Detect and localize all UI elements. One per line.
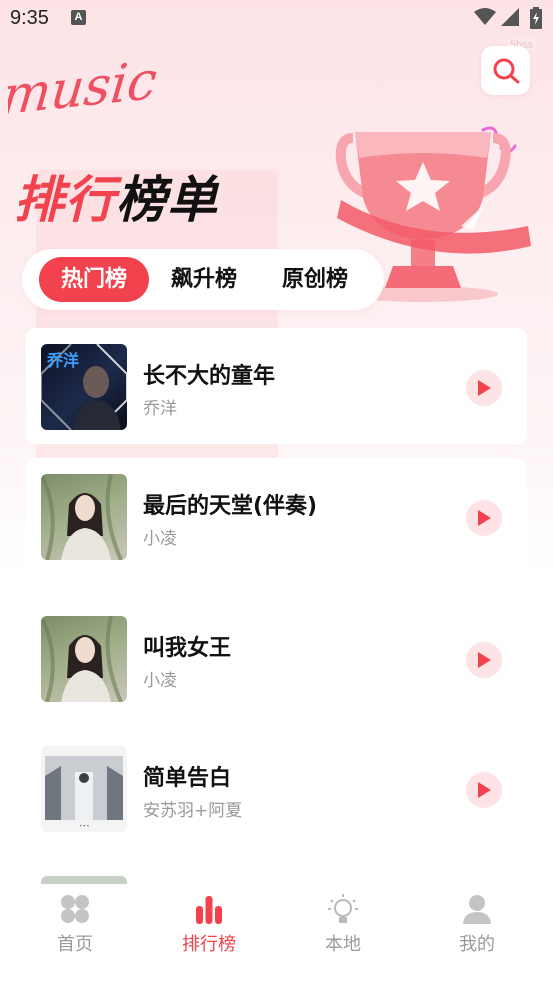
status-time: 9:35 bbox=[10, 7, 49, 29]
song-title: 叫我女王 bbox=[143, 636, 232, 661]
signal-icon bbox=[501, 8, 519, 26]
song-artist: 小凌 bbox=[143, 529, 177, 549]
song-item[interactable]: 乔洋 长不大的童年 乔洋 bbox=[26, 328, 527, 444]
tab-hot[interactable]: 热门榜 bbox=[39, 257, 149, 302]
nav-home-label: 首页 bbox=[57, 934, 93, 955]
song-artist: 乔洋 bbox=[143, 399, 177, 419]
song-item[interactable]: 最后的天堂(伴奏) 小凌 bbox=[26, 458, 527, 574]
page-title-part2: 榜单 bbox=[116, 171, 218, 229]
lightbulb-icon bbox=[328, 894, 358, 923]
tab-rising[interactable]: 飙升榜 bbox=[151, 257, 257, 302]
song-item[interactable]: 叫我女王 小凌 bbox=[26, 600, 527, 716]
bottom-navigation: 首页 排行榜 本地 我的 bbox=[0, 884, 553, 984]
album-cover: ••• bbox=[41, 746, 127, 832]
play-button[interactable] bbox=[466, 772, 502, 808]
nav-mine-label: 我的 bbox=[459, 934, 495, 955]
nav-local-label: 本地 bbox=[325, 934, 361, 955]
play-button[interactable] bbox=[466, 642, 502, 678]
nav-ranking-label: 排行榜 bbox=[182, 934, 236, 955]
nav-ranking[interactable]: 排行榜 bbox=[159, 892, 259, 962]
play-icon bbox=[478, 652, 491, 668]
song-artist: 小凌 bbox=[143, 671, 177, 691]
svg-text:•••: ••• bbox=[79, 823, 90, 830]
status-bar: 9:35 A bbox=[0, 0, 553, 36]
album-cover bbox=[41, 616, 127, 702]
page-title: 排行榜单 bbox=[14, 160, 218, 232]
svg-text:乔洋: 乔洋 bbox=[46, 351, 79, 370]
music-logo: music bbox=[8, 52, 160, 127]
rank-tab-bar: 热门榜 飙升榜 原创榜 bbox=[22, 249, 384, 310]
song-artist: 安苏羽+阿夏 bbox=[143, 801, 243, 821]
song-title: 最后的天堂(伴奏) bbox=[143, 494, 318, 519]
song-title: 长不大的童年 bbox=[143, 364, 276, 389]
tab-original[interactable]: 原创榜 bbox=[262, 257, 368, 302]
wifi-icon bbox=[474, 8, 496, 25]
album-cover bbox=[41, 474, 127, 560]
play-button[interactable] bbox=[466, 500, 502, 536]
user-icon bbox=[463, 895, 491, 924]
page-title-part1: 排行 bbox=[14, 171, 116, 229]
bar-chart-icon bbox=[196, 896, 222, 924]
battery-icon bbox=[530, 7, 542, 29]
song-title: 简单告白 bbox=[143, 766, 232, 791]
play-button[interactable] bbox=[466, 370, 502, 406]
song-item[interactable]: ••• 简单告白 安苏羽+阿夏 bbox=[26, 730, 527, 846]
svg-text:music: music bbox=[8, 52, 160, 127]
search-button[interactable] bbox=[481, 46, 530, 95]
play-icon bbox=[478, 380, 491, 396]
album-cover: 乔洋 bbox=[41, 344, 127, 430]
search-icon bbox=[493, 58, 519, 83]
notification-icon: A bbox=[71, 10, 86, 25]
nav-local[interactable]: 本地 bbox=[293, 892, 393, 962]
play-icon bbox=[478, 782, 491, 798]
home-grid-icon bbox=[61, 895, 89, 923]
nav-home[interactable]: 首页 bbox=[25, 892, 125, 962]
nav-mine[interactable]: 我的 bbox=[427, 892, 527, 962]
album-cover-partial bbox=[41, 876, 127, 884]
play-icon bbox=[478, 510, 491, 526]
